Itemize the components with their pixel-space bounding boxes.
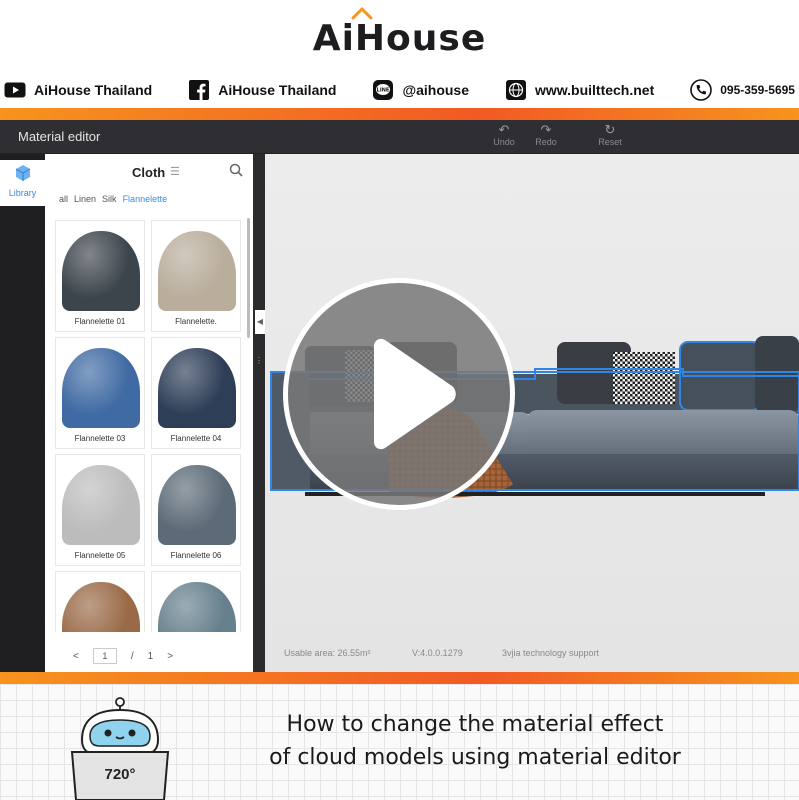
usable-area: Usable area: 26.55m² <box>284 648 371 658</box>
list-icon[interactable]: ☰ <box>170 165 180 178</box>
filter-flannelette[interactable]: Flannelette <box>123 194 168 204</box>
social-bar: AiHouse Thailand AiHouse Thailand LINE @… <box>0 76 799 104</box>
social-youtube-label: AiHouse Thailand <box>34 82 153 98</box>
footer-banner: 720° How to change the material effect o… <box>0 684 799 800</box>
material-name: Flannelette 05 <box>74 551 126 560</box>
undo-label: Undo <box>493 137 515 147</box>
material-swatch <box>158 348 236 428</box>
redo-icon: ↷ <box>540 122 552 137</box>
panel-title[interactable]: Cloth <box>132 165 165 180</box>
material-grid: Flannelette 01 Flannelette. Flannelette … <box>55 220 245 632</box>
social-phone-label: 095-359-5695 <box>720 83 795 97</box>
material-name: Flannelette 03 <box>74 434 126 443</box>
material-name: Flannelette. <box>175 317 217 326</box>
library-tab[interactable]: Library <box>0 160 45 206</box>
mascot-label: 720° <box>104 766 136 783</box>
material-card[interactable]: Flannelette 03 <box>55 337 145 449</box>
social-youtube[interactable]: AiHouse Thailand <box>4 79 152 101</box>
page-separator: / <box>130 650 134 662</box>
play-button[interactable] <box>283 278 515 510</box>
mascot-illustration: 720° <box>68 696 172 800</box>
material-swatch <box>158 231 236 311</box>
facebook-icon <box>188 79 210 101</box>
material-card[interactable]: Flannelette 05 <box>55 454 145 566</box>
line-icon: LINE <box>372 79 394 101</box>
robot-laptop-icon <box>70 697 170 800</box>
page-total: 1 <box>147 650 154 662</box>
filter-all[interactable]: all <box>59 194 68 204</box>
editor-title: Material editor <box>18 129 101 144</box>
material-card[interactable]: Flannelette 04 <box>151 337 241 449</box>
material-library-panel: Cloth ☰ all Linen Silk Flannelette Flann… <box>45 154 253 672</box>
svg-text:LINE: LINE <box>377 88 390 94</box>
material-swatch <box>158 582 236 632</box>
social-line-label: @aihouse <box>402 82 469 98</box>
material-card[interactable] <box>55 571 145 632</box>
material-name: Flannelette 01 <box>74 317 126 326</box>
social-facebook[interactable]: AiHouse Thailand <box>188 79 336 101</box>
youtube-icon <box>4 79 26 101</box>
reset-icon: ↻ <box>604 122 616 137</box>
redo-label: Redo <box>535 137 557 147</box>
library-tab-label: Library <box>8 188 37 198</box>
brand-header: AiHouse <box>0 0 799 76</box>
social-website-label: www.builttech.net <box>534 82 655 98</box>
drag-handle-icon[interactable]: ⋮⋮ <box>255 356 271 372</box>
material-swatch <box>62 582 140 632</box>
globe-icon <box>505 79 527 101</box>
panel-header: Cloth ☰ <box>45 162 253 184</box>
collapse-panel-button[interactable]: ◀ <box>255 310 265 334</box>
material-name: Flannelette 06 <box>170 551 222 560</box>
prev-page-button[interactable]: < <box>73 651 79 662</box>
panel-scrollbar[interactable] <box>247 218 250 338</box>
undo-button[interactable]: ↶ Undo <box>484 122 524 148</box>
social-line[interactable]: LINE @aihouse <box>372 79 469 101</box>
support-label: 3vjia technology support <box>502 648 600 658</box>
social-facebook-label: AiHouse Thailand <box>218 82 337 98</box>
social-website[interactable]: www.builttech.net <box>505 79 654 101</box>
filter-linen[interactable]: Linen <box>74 194 96 204</box>
version-label: V:4.0.0.1279 <box>412 648 463 658</box>
material-swatch <box>62 348 140 428</box>
headline-line-1: How to change the material effect <box>286 712 664 737</box>
brand-logo: AiHouse <box>312 7 487 59</box>
page: AiHouse AiHouse Thailand AiHouse Thailan… <box>0 0 799 800</box>
material-card[interactable]: Flannelette 01 <box>55 220 145 332</box>
bottom-accent-stripe <box>0 672 799 684</box>
phone-icon <box>690 79 713 101</box>
material-swatch <box>62 465 140 545</box>
pagination: < 1 / 1 > <box>73 648 173 664</box>
material-card[interactable]: Flannelette 06 <box>151 454 241 566</box>
brand-name: AiHouse <box>312 17 487 59</box>
video-headline: How to change the material effect of clo… <box>180 708 770 774</box>
social-phone[interactable]: 095-359-5695 <box>690 79 795 101</box>
reset-button[interactable]: ↻ Reset <box>590 122 630 148</box>
material-swatch <box>158 465 236 545</box>
reset-label: Reset <box>598 137 622 147</box>
material-card[interactable] <box>151 571 241 632</box>
redo-button[interactable]: ↷ Redo <box>526 122 566 148</box>
editor-topbar: Material editor ↶ Undo ↷ Redo ↻ Reset <box>0 120 799 154</box>
filter-silk[interactable]: Silk <box>102 194 117 204</box>
headline-line-2: of cloud models using material editor <box>269 745 681 770</box>
next-page-button[interactable]: > <box>167 651 173 662</box>
play-icon <box>374 338 456 450</box>
material-swatch <box>62 231 140 311</box>
search-icon[interactable] <box>229 163 243 182</box>
material-card[interactable]: Flannelette. <box>151 220 241 332</box>
cube-icon <box>14 164 32 187</box>
undo-icon: ↶ <box>498 122 510 137</box>
filter-tabs: all Linen Silk Flannelette <box>59 194 167 204</box>
top-accent-stripe <box>0 108 799 120</box>
page-input[interactable]: 1 <box>92 648 117 664</box>
left-rail: Library <box>0 154 45 672</box>
material-name: Flannelette 04 <box>170 434 222 443</box>
